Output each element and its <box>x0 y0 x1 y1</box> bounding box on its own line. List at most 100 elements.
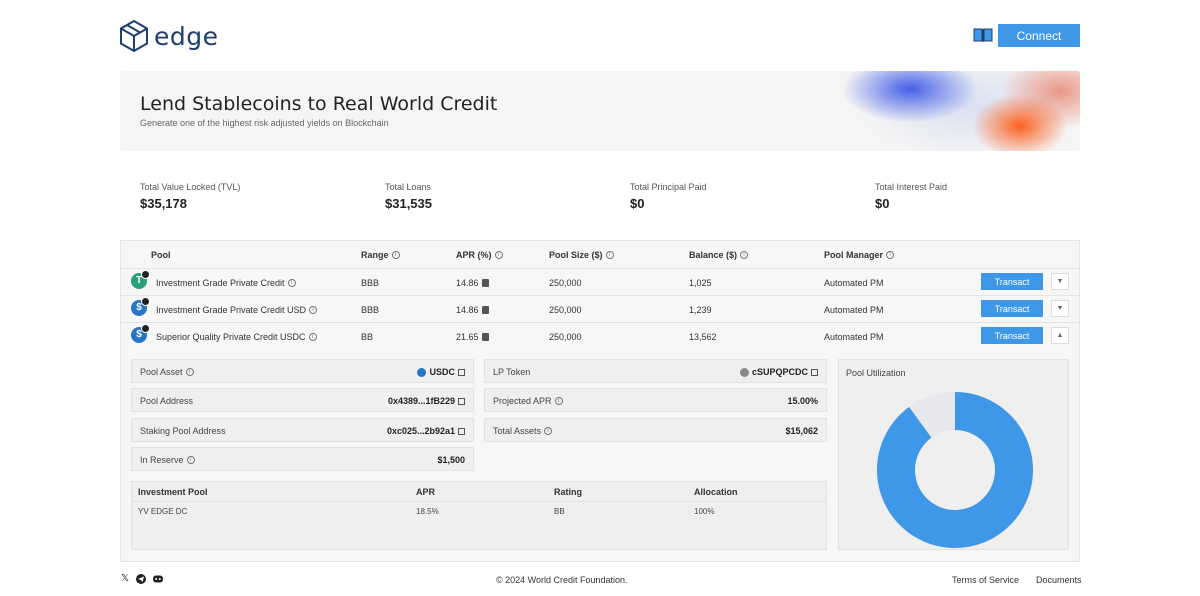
pool-manager: Automated PM <box>824 278 884 288</box>
info-icon[interactable]: i <box>544 427 553 435</box>
investment-table-header: Investment Pool APR Rating Allocation <box>132 482 826 502</box>
info-icon[interactable]: i <box>308 333 317 341</box>
header-range: Range i <box>361 250 400 260</box>
total-assets-box: Total Assets i $15,062 <box>484 418 827 442</box>
investment-pool-table: Investment Pool APR Rating Allocation YV… <box>131 481 827 550</box>
pool-size: 250,000 <box>549 332 582 342</box>
info-icon[interactable]: i <box>554 397 563 405</box>
stat-label: Total Loans <box>385 182 432 192</box>
inv-cell-allocation: 100% <box>694 507 715 516</box>
header-pool-manager: Pool Manager i <box>824 250 895 260</box>
badge-icon <box>141 297 150 306</box>
calculator-icon[interactable] <box>481 333 489 341</box>
staking-pool-address-box: Staking Pool Address 0xc025...2b92a1 <box>131 418 474 442</box>
inv-header-pool: Investment Pool <box>138 487 208 497</box>
external-link-icon[interactable] <box>458 397 465 405</box>
connect-button[interactable]: Connect <box>998 24 1080 47</box>
x-icon[interactable]: 𝕏 <box>120 574 130 584</box>
table-header: Pool Range i APR (%) i Pool Size ($) i Bala… <box>121 241 1079 269</box>
stat-tvl: Total Value Locked (TVL) $35,178 <box>140 182 240 211</box>
stat-value: $31,535 <box>385 196 432 211</box>
info-icon[interactable]: i <box>185 368 194 376</box>
table-row[interactable]: T Investment Grade Private Credit i BBB 1… <box>121 269 1079 296</box>
info-icon[interactable]: i <box>309 306 318 314</box>
header-pool: Pool <box>151 250 171 260</box>
stat-label: Total Interest Paid <box>875 182 948 192</box>
detail-value: 15.00% <box>787 396 818 406</box>
pool-balance: 1,239 <box>689 305 712 315</box>
detail-label: In Reserve i <box>140 455 195 465</box>
stat-value: $0 <box>630 196 645 211</box>
pool-balance: 1,025 <box>689 278 712 288</box>
stat-value: $0 <box>875 196 890 211</box>
pool-range: BBB <box>361 305 380 315</box>
transact-button[interactable]: Transact <box>981 327 1043 344</box>
detail-value: $15,062 <box>785 426 818 436</box>
info-icon[interactable]: i <box>886 251 895 259</box>
logo-text: edge <box>154 21 219 51</box>
inv-header-allocation: Allocation <box>694 487 738 497</box>
pool-name: Investment Grade Private Credit i <box>156 278 296 288</box>
table-row[interactable]: $ Investment Grade Private Credit USD i B… <box>121 296 1079 323</box>
detail-label: LP Token <box>493 367 531 377</box>
utilized-segment <box>877 392 1033 548</box>
lp-token-box: LP Token cSUPQPCDC <box>484 359 827 383</box>
inv-cell-pool: YV EDGE DC <box>138 507 188 516</box>
detail-label: Staking Pool Address <box>140 426 226 436</box>
telegram-icon[interactable] <box>136 574 146 584</box>
stat-total-loans: Total Loans $31,535 <box>385 182 432 211</box>
discord-icon[interactable] <box>152 574 164 584</box>
external-link-icon[interactable] <box>458 368 465 376</box>
info-icon[interactable]: i <box>605 251 614 259</box>
inv-cell-apr: 18.5% <box>416 507 439 516</box>
external-link-icon[interactable] <box>458 427 465 435</box>
stat-principal-paid: Total Principal Paid $0 <box>630 182 707 211</box>
lp-token-icon <box>739 367 749 377</box>
info-icon[interactable]: i <box>494 251 503 259</box>
info-icon[interactable]: i <box>391 251 400 259</box>
detail-label: Pool Asset i <box>140 367 194 377</box>
chevron-up-icon[interactable]: ▲ <box>1051 327 1069 344</box>
detail-label: Pool Address <box>140 396 194 406</box>
pool-name: Superior Quality Private Credit USDC i <box>156 332 317 342</box>
header: edge Connect <box>120 18 1080 54</box>
chevron-down-icon[interactable]: ▼ <box>1051 300 1069 317</box>
header-apr: APR (%) i <box>456 250 503 260</box>
detail-value: 0x4389...1fB229 <box>388 396 465 406</box>
badge-icon <box>141 270 150 279</box>
stat-label: Total Principal Paid <box>630 182 707 192</box>
detail-value: 0xc025...2b92a1 <box>387 426 465 436</box>
projected-apr-box: Projected APR i 15.00% <box>484 388 827 412</box>
stat-value: $35,178 <box>140 196 187 211</box>
info-icon[interactable]: i <box>740 251 749 259</box>
info-icon[interactable]: i <box>287 279 296 287</box>
info-icon[interactable]: i <box>186 456 195 464</box>
chevron-down-icon[interactable]: ▼ <box>1051 273 1069 290</box>
calculator-icon[interactable] <box>481 306 489 314</box>
documents-link[interactable]: Documents <box>1036 575 1082 585</box>
detail-value: $1,500 <box>437 455 465 465</box>
pool-name: Investment Grade Private Credit USD i <box>156 305 318 315</box>
pool-apr: 21.65 <box>456 332 489 342</box>
logo[interactable]: edge <box>120 18 219 54</box>
badge-icon <box>141 324 150 333</box>
copyright: © 2024 World Credit Foundation. <box>496 575 628 585</box>
transact-button[interactable]: Transact <box>981 300 1043 317</box>
pool-range: BB <box>361 332 374 342</box>
pool-size: 250,000 <box>549 305 582 315</box>
pool-address-box: Pool Address 0x4389...1fB229 <box>131 388 474 412</box>
book-icon[interactable] <box>973 27 993 43</box>
inv-cell-rating: BB <box>554 507 565 516</box>
stat-label: Total Value Locked (TVL) <box>140 182 241 192</box>
calculator-icon[interactable] <box>481 279 489 287</box>
usdc-coin-icon <box>417 367 427 377</box>
terms-of-service-link[interactable]: Terms of Service <box>952 575 1019 585</box>
inv-header-rating: Rating <box>554 487 582 497</box>
transact-button[interactable]: Transact <box>981 273 1043 290</box>
pool-apr: 14.86 <box>456 305 489 315</box>
detail-label: Projected APR i <box>493 396 563 406</box>
table-row[interactable]: $ Superior Quality Private Credit USDC i … <box>121 323 1079 350</box>
pool-balance: 13,562 <box>689 332 717 342</box>
external-link-icon[interactable] <box>811 368 818 376</box>
hero-subtitle: Generate one of the highest risk adjuste… <box>140 118 389 128</box>
